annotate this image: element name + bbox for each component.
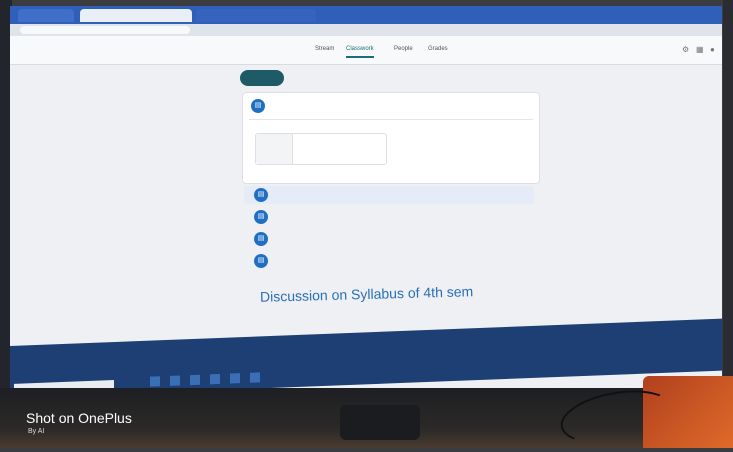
camera-watermark: Shot on OnePlus — [26, 410, 132, 426]
monitor-screen: Stream Classwork People Grades ⚙ ▦ ● ▤ ▤… — [10, 6, 722, 398]
list-item[interactable]: ▤ — [244, 252, 534, 270]
address-bar[interactable] — [20, 26, 190, 34]
list-item[interactable]: ▤ — [244, 230, 534, 248]
list-item[interactable]: ▤ — [244, 208, 534, 226]
monitor-stand — [340, 405, 420, 440]
mail-icon[interactable] — [230, 373, 240, 384]
tab-grades[interactable]: Grades — [428, 46, 448, 52]
bookmarks-bar — [10, 24, 722, 36]
browser-tab-active[interactable] — [80, 9, 192, 22]
browser-tab-strip — [10, 6, 722, 24]
browser-tab-1[interactable] — [18, 9, 74, 22]
list-item[interactable]: ▤ — [244, 186, 534, 204]
camera-watermark-sub: By AI — [28, 428, 45, 435]
store-icon[interactable] — [210, 373, 220, 385]
account-avatar-icon[interactable]: ● — [710, 46, 718, 54]
browser-tab-3[interactable] — [196, 9, 316, 22]
settings-icon[interactable]: ⚙ — [682, 46, 690, 54]
assignment-icon: ▤ — [254, 232, 268, 246]
tab-classwork[interactable]: Classwork — [346, 46, 374, 58]
task-view-icon[interactable] — [150, 376, 160, 387]
create-button[interactable] — [240, 70, 284, 86]
assignment-icon: ▤ — [254, 210, 268, 224]
discussion-heading: Discussion on Syllabus of 4th sem — [259, 283, 474, 305]
file-explorer-icon[interactable] — [170, 375, 180, 386]
assignment-icon: ▤ — [254, 254, 268, 268]
attachment-chip[interactable] — [255, 133, 387, 165]
apps-grid-icon[interactable]: ▦ — [696, 46, 704, 54]
card-divider — [249, 119, 533, 120]
browser-icon[interactable] — [190, 374, 200, 386]
assignment-icon: ▤ — [254, 188, 268, 202]
assignment-icon: ▤ — [251, 99, 265, 113]
topics-panel — [110, 90, 230, 98]
tab-people[interactable]: People — [394, 46, 413, 52]
chrome-icon[interactable] — [250, 372, 260, 383]
material-card[interactable]: ▤ — [242, 92, 540, 184]
tab-stream[interactable]: Stream — [315, 46, 334, 52]
attachment-thumbnail — [256, 134, 293, 164]
class-header: Stream Classwork People Grades ⚙ ▦ ● — [10, 36, 722, 65]
windows-taskbar — [10, 318, 722, 398]
